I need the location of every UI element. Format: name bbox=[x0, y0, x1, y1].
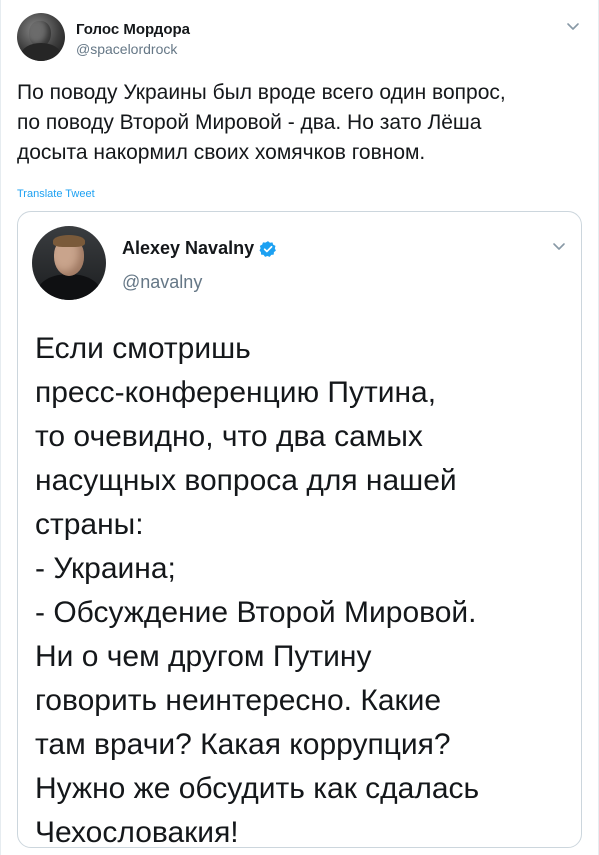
quoted-author-handle[interactable]: @navalny bbox=[122, 272, 202, 293]
quoted-tweet-card[interactable]: Alexey Navalny @navalny Если смотришь пр… bbox=[17, 211, 582, 849]
author-handle[interactable]: @spacelordrock bbox=[76, 41, 177, 57]
tweet-text: По поводу Украины был вроде всего один в… bbox=[17, 81, 506, 164]
author-display-name[interactable]: Голос Мордора bbox=[76, 21, 190, 38]
quoted-author-avatar[interactable] bbox=[32, 226, 106, 300]
quoted-tweet-text: Если смотришь пресс-конференцию Путина, … bbox=[35, 332, 480, 849]
quoted-author-display-name[interactable]: Alexey Navalny bbox=[122, 238, 254, 259]
avatar[interactable] bbox=[17, 13, 65, 61]
verified-badge-icon bbox=[259, 240, 276, 257]
quoted-author-name-row: Alexey Navalny bbox=[122, 238, 277, 259]
chevron-down-icon[interactable] bbox=[566, 22, 580, 32]
translate-tweet-link[interactable]: Translate Tweet bbox=[17, 188, 95, 200]
chevron-down-icon[interactable] bbox=[552, 242, 566, 252]
